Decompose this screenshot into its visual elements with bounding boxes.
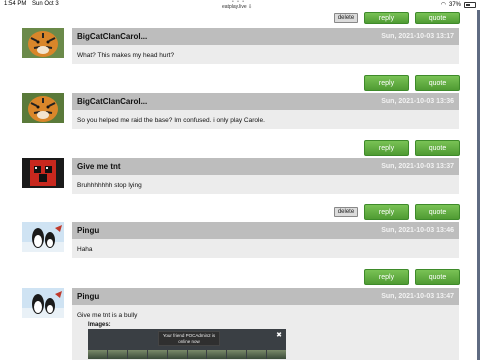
quote-button[interactable]: quote (415, 140, 460, 156)
post-body: What? This makes my head hurt? (72, 45, 459, 64)
friend-online-toast[interactable]: Your friend POCAdmin2 is online now (158, 331, 220, 346)
post-date: Sun, 2021-10-03 13:36 (381, 98, 454, 105)
post-body: Haha (72, 239, 459, 258)
post-date: Sun, 2021-10-03 13:47 (381, 293, 454, 300)
images-label: Images: (88, 322, 111, 328)
status-date: Sun Oct 3 (32, 1, 59, 7)
post-body: Bruhhhhhhh stop lying (72, 175, 459, 194)
close-icon[interactable]: ✖ (276, 331, 282, 339)
quote-button[interactable]: quote (415, 12, 460, 24)
quote-button[interactable]: quote (415, 204, 460, 220)
post-header: Pingu Sun, 2021-10-03 13:46 (72, 222, 459, 239)
post-author[interactable]: Pingu (77, 292, 99, 301)
post-header: Pingu Sun, 2021-10-03 13:47 (72, 288, 459, 305)
delete-button[interactable]: delete (334, 13, 358, 23)
reply-button[interactable]: reply (364, 204, 409, 220)
post-author[interactable]: Give me tnt (77, 162, 121, 171)
post-header: BigCatClanCarol... Sun, 2021-10-03 13:17 (72, 28, 459, 45)
quote-button[interactable]: quote (415, 269, 460, 285)
status-time: 1:54 PM (4, 1, 27, 7)
comment-thread: delete reply quote BigCatClanCarol... Su… (14, 10, 466, 360)
attached-image[interactable]: Your friend POCAdmin2 is online now ✖ (88, 329, 286, 359)
post-actions-4: reply quote (364, 269, 460, 285)
delete-button[interactable]: delete (334, 207, 358, 217)
game-screenshot (88, 350, 286, 359)
comment-post: Pingu Sun, 2021-10-03 13:47 Give me tnt … (22, 288, 460, 360)
post-author[interactable]: BigCatClanCarol... (77, 97, 147, 106)
post-text: Give me tnt is a bully (77, 312, 138, 319)
post-date: Sun, 2021-10-03 13:46 (381, 227, 454, 234)
post-actions-2: reply quote (364, 140, 460, 156)
battery-icon (464, 1, 476, 8)
post-author[interactable]: BigCatClanCarol... (77, 32, 147, 41)
post-date: Sun, 2021-10-03 13:37 (381, 163, 454, 170)
post-header: BigCatClanCarol... Sun, 2021-10-03 13:36 (72, 93, 459, 110)
tiger-avatar[interactable] (22, 93, 64, 123)
post-body: So you helped me raid the base? Im confu… (72, 110, 459, 129)
penguin-avatar[interactable] (22, 288, 64, 318)
status-right: ◠ 37% (441, 1, 476, 8)
penguin-avatar[interactable] (22, 222, 64, 252)
post-header: Give me tnt Sun, 2021-10-03 13:37 (72, 158, 459, 175)
reply-button[interactable]: reply (364, 269, 409, 285)
wifi-icon: ◠ (440, 2, 446, 8)
tiger-avatar[interactable] (22, 28, 64, 58)
battery-percent: 37% (448, 1, 461, 8)
reply-button[interactable]: reply (364, 75, 409, 91)
reply-button[interactable]: reply (364, 12, 409, 24)
post-actions-0: delete reply quote (334, 12, 460, 24)
post-actions-1: reply quote (364, 75, 460, 91)
post-actions-3: delete reply quote (334, 204, 460, 220)
creeper-avatar[interactable] (22, 158, 64, 188)
post-author[interactable]: Pingu (77, 226, 99, 235)
post-date: Sun, 2021-10-03 13:17 (381, 33, 454, 40)
reply-button[interactable]: reply (364, 140, 409, 156)
quote-button[interactable]: quote (415, 75, 460, 91)
ios-status-bar: 1:54 PM Sun Oct 3 • • • eatplay.live ⇩ ◠… (0, 0, 480, 10)
